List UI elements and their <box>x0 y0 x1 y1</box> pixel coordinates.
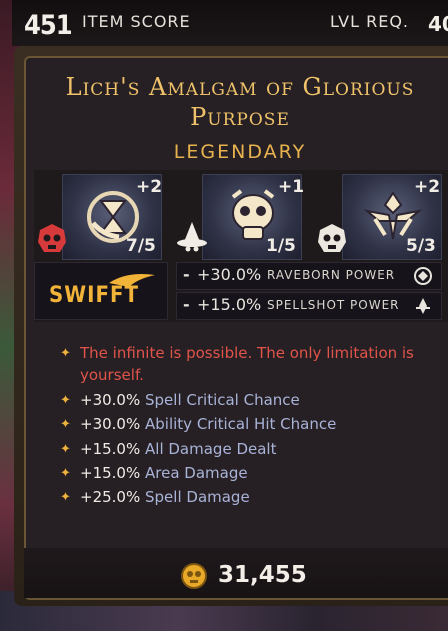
affix-line: +25.0% Spell Damage <box>80 486 250 508</box>
affix-value: +30.0% <box>80 415 141 433</box>
affix-name: Ability Critical Hit Chance <box>145 415 337 433</box>
affix-name: Spell Damage <box>145 488 250 506</box>
affix-line: +15.0% Area Damage <box>80 462 248 484</box>
sell-price: 31,455 <box>218 562 307 588</box>
raven-icon <box>414 267 432 285</box>
glyph-1-bonus: +2 <box>136 177 163 197</box>
star-bullet-icon: ✦ <box>60 442 71 457</box>
affix-value: +15.0% <box>80 464 141 482</box>
set-bonus-badge[interactable]: SWIFFT <box>34 262 168 320</box>
star-bullet-icon: ✦ <box>60 346 71 361</box>
star-bullet-icon: ✦ <box>60 466 71 481</box>
spellshot-icon <box>416 298 430 314</box>
power-minus: - <box>183 265 190 284</box>
power-minus: - <box>183 295 190 314</box>
affix-value: +25.0% <box>80 488 141 506</box>
glyph-3-count: 5/3 <box>406 236 436 256</box>
affix-name: All Damage Dealt <box>145 440 277 458</box>
power-row-spellshot[interactable]: - +15.0% SPELLSHOT POWER <box>176 292 442 320</box>
level-requirement-label: LVL REQ. <box>330 12 410 31</box>
affix-value: +15.0% <box>80 440 141 458</box>
power-name: SPELLSHOT POWER <box>267 298 400 312</box>
power-row-raveborn[interactable]: - +30.0% RAVEBORN POWER <box>176 262 442 290</box>
item-score-label: ITEM SCORE <box>82 12 191 31</box>
gold-coin-icon <box>181 563 207 589</box>
affix-name: Area Damage <box>145 464 248 482</box>
item-score-value: 451 <box>24 10 73 41</box>
affix-line: +30.0% Spell Critical Chance <box>80 389 300 411</box>
skull-red-icon <box>38 224 66 252</box>
power-value: +15.0% <box>197 295 262 314</box>
item-rarity: LEGENDARY <box>173 141 307 163</box>
skull-white-icon <box>318 224 346 252</box>
level-requirement-value: 40 <box>428 12 448 36</box>
star-bullet-icon: ✦ <box>60 393 71 408</box>
star-bullet-icon: ✦ <box>60 490 71 505</box>
affix-value: +30.0% <box>80 391 141 409</box>
witch-hat-icon <box>177 222 207 252</box>
glyph-3-bonus: +2 <box>414 177 441 197</box>
item-title: Lich's Amalgam of Glorious Purpose <box>65 73 415 131</box>
affix-line: +15.0% All Damage Dealt <box>80 438 276 460</box>
set-name: SWIFFT <box>49 283 140 308</box>
star-bullet-icon: ✦ <box>60 417 71 432</box>
power-value: +30.0% <box>197 265 262 284</box>
power-name: RAVEBORN POWER <box>267 268 396 282</box>
affix-line: +30.0% Ability Critical Hit Chance <box>80 413 336 435</box>
affix-name: Spell Critical Chance <box>145 391 300 409</box>
glyph-2-count: 1/5 <box>266 236 296 256</box>
unique-effect-text: The infinite is possible. The only limit… <box>80 344 414 384</box>
glyph-2-bonus: +1 <box>278 177 305 197</box>
tooltip-panel <box>24 56 448 600</box>
glyph-1-count: 7/5 <box>126 236 156 256</box>
